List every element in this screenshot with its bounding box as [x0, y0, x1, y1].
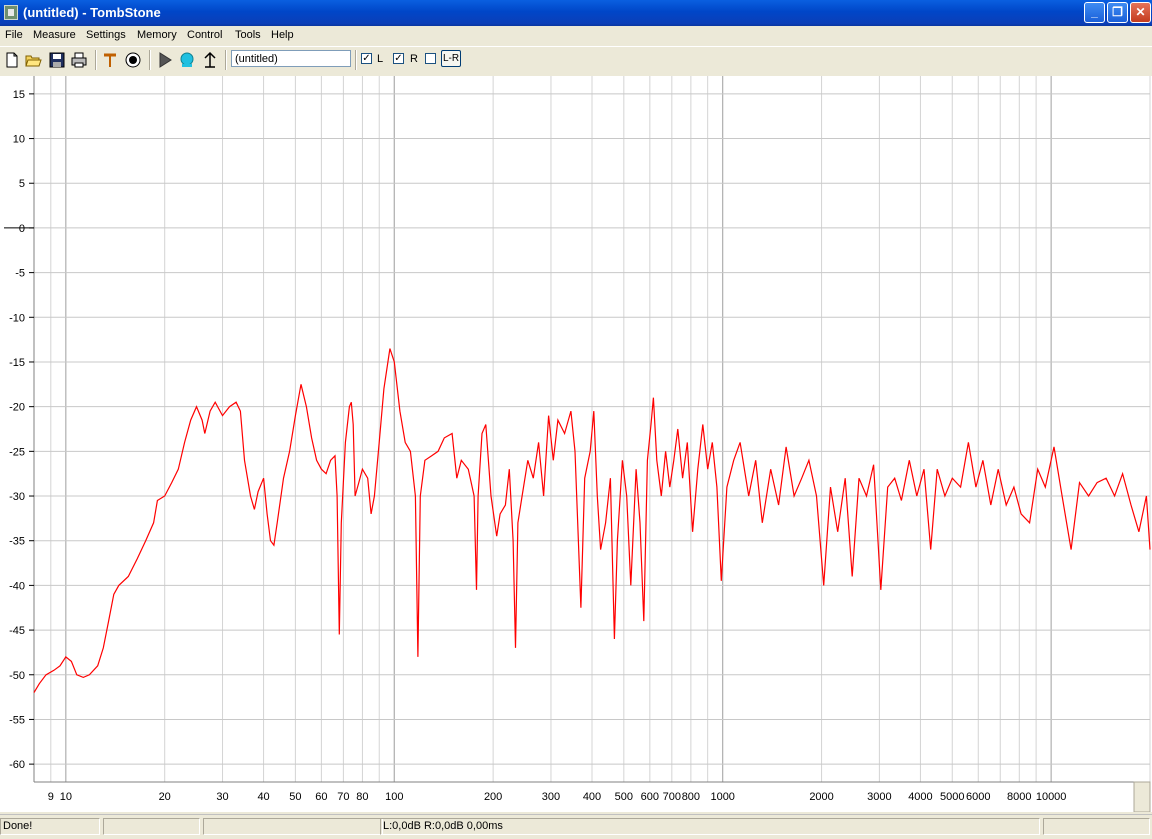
status-panel-empty	[103, 818, 200, 835]
x-tick-label: 30	[216, 791, 228, 803]
x-tick-label: 800	[682, 791, 700, 803]
left-channel-label: L	[377, 53, 384, 65]
menu-tools[interactable]: Tools	[235, 29, 261, 41]
y-tick-label: -55	[9, 714, 25, 726]
y-tick-label: -5	[15, 268, 25, 280]
x-tick-label: 9	[48, 791, 54, 803]
y-tick-label: -10	[9, 312, 25, 324]
x-tick-label: 400	[583, 791, 601, 803]
y-tick-label: 0	[19, 223, 25, 235]
target-icon[interactable]	[124, 51, 142, 69]
difference-checkbox[interactable]	[425, 53, 436, 64]
status-panel-blank	[203, 818, 383, 835]
scroll-corner	[1133, 781, 1151, 813]
menu-file[interactable]: File	[5, 29, 23, 41]
x-tick-label: 10	[60, 791, 72, 803]
x-tick-label: 10000	[1036, 791, 1067, 803]
title-bar: (untitled) - TombStone _ ❐ ✕	[0, 0, 1152, 26]
x-tick-label: 70	[337, 791, 349, 803]
app-icon[interactable]	[4, 5, 18, 20]
x-tick-label: 100	[385, 791, 403, 803]
y-tick-label: -20	[9, 402, 25, 414]
x-tick-label: 3000	[867, 791, 891, 803]
window-title: (untitled) - TombStone	[23, 5, 161, 20]
menu-help[interactable]: Help	[271, 29, 294, 41]
x-tick-label: 80	[356, 791, 368, 803]
x-tick-label: 500	[615, 791, 633, 803]
y-tick-label: -35	[9, 536, 25, 548]
toolbar-separator	[355, 50, 357, 70]
y-tick-label: -25	[9, 446, 25, 458]
right-channel-checkbox[interactable]: ✓	[393, 53, 404, 64]
status-panel-right	[1043, 818, 1150, 835]
toolbar-separator	[95, 50, 97, 70]
save-disk-icon[interactable]	[48, 51, 66, 69]
y-tick-label: -15	[9, 357, 25, 369]
antenna-icon[interactable]	[201, 51, 219, 69]
menu-control[interactable]: Control	[187, 29, 222, 41]
x-tick-label: 50	[289, 791, 301, 803]
status-bar: Done! L:0,0dB R:0,0dB 0,00ms	[0, 814, 1152, 839]
toolbar-separator	[225, 50, 227, 70]
x-tick-label: 60	[315, 791, 327, 803]
y-tick-label: -45	[9, 625, 25, 637]
frequency-response-plot[interactable]: 15 10 5 0 -5 -10 -15 -20 -25 -30 -35 -40 -45 -50 -55 -6…	[0, 76, 1152, 813]
record-icon[interactable]	[178, 51, 196, 69]
x-tick-label: 5000	[940, 791, 964, 803]
y-tick-label: -40	[9, 580, 25, 592]
x-tick-label: 1000	[710, 791, 734, 803]
x-tick-label: 300	[542, 791, 560, 803]
x-tick-label: 20	[159, 791, 171, 803]
right-channel-label: R	[410, 53, 418, 65]
y-tick-label: -60	[9, 759, 25, 771]
menu-settings[interactable]: Settings	[86, 29, 126, 41]
open-folder-icon[interactable]	[24, 51, 42, 69]
x-tick-label: 700	[663, 791, 681, 803]
y-tick-label: 15	[13, 89, 25, 101]
toolbar: ✓ L ✓ R L-R	[0, 46, 1152, 73]
y-tick-label: 5	[19, 178, 25, 190]
l-minus-r-button[interactable]: L-R	[441, 50, 461, 67]
minimize-button[interactable]: _	[1084, 2, 1105, 23]
y-tick-label: -50	[9, 670, 25, 682]
x-tick-label: 40	[257, 791, 269, 803]
measurement-name-input[interactable]	[231, 50, 351, 67]
print-icon[interactable]	[70, 51, 88, 69]
chart-svg[interactable]: 151050-5-10-15-20-25-30-35-40-45-50-55-6…	[0, 76, 1152, 813]
play-icon[interactable]	[156, 51, 174, 69]
x-tick-label: 2000	[809, 791, 833, 803]
x-tick-label: 600	[641, 791, 659, 803]
x-tick-label: 200	[484, 791, 502, 803]
menu-measure[interactable]: Measure	[33, 29, 76, 41]
status-message: Done!	[0, 818, 100, 835]
menu-memory[interactable]: Memory	[137, 29, 177, 41]
plot-background	[0, 76, 1152, 812]
y-tick-label: -30	[9, 491, 25, 503]
cursor-readout: L:0,0dB R:0,0dB 0,00ms	[380, 818, 1040, 835]
x-tick-label: 6000	[966, 791, 990, 803]
y-tick-label: 10	[13, 134, 25, 146]
left-channel-checkbox[interactable]: ✓	[361, 53, 372, 64]
x-tick-label: 4000	[908, 791, 932, 803]
restore-button[interactable]: ❐	[1107, 2, 1128, 23]
menu-bar: File Measure Settings Memory Control Too…	[0, 26, 1152, 45]
close-button[interactable]: ✕	[1130, 2, 1151, 23]
x-tick-label: 8000	[1007, 791, 1031, 803]
toolbar-separator	[149, 50, 151, 70]
new-file-icon[interactable]	[3, 51, 21, 69]
probe-icon[interactable]	[101, 51, 119, 69]
